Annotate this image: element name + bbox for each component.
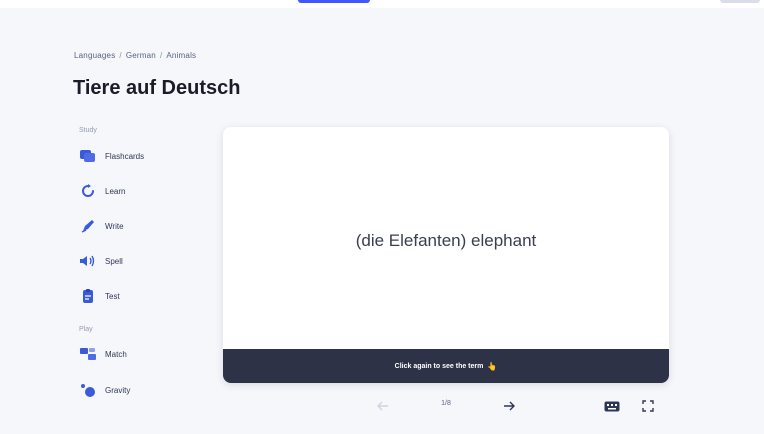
- mode-label-spell: Spell: [105, 256, 123, 266]
- flashcard[interactable]: (die Elefanten) elephant Click again to …: [223, 127, 669, 383]
- write-icon: [79, 217, 97, 235]
- fullscreen-icon: [642, 400, 654, 412]
- keyboard-icon: [604, 401, 620, 411]
- mode-label-learn: Learn: [105, 186, 126, 196]
- mode-match[interactable]: Match: [79, 344, 189, 364]
- play-section-label: Play: [79, 326, 93, 333]
- mode-write[interactable]: Write: [79, 216, 189, 236]
- active-nav-indicator[interactable]: [298, 0, 370, 3]
- breadcrumb: Languages / German / Animals: [74, 51, 196, 60]
- top-bar: [0, 0, 764, 8]
- breadcrumb-separator: /: [159, 51, 163, 60]
- match-icon: [79, 345, 97, 363]
- mode-spell[interactable]: Spell: [79, 251, 189, 271]
- mode-label-match: Match: [105, 349, 127, 359]
- flashcards-icon: [79, 147, 97, 165]
- mode-label-gravity: Gravity: [105, 385, 131, 395]
- breadcrumb-separator: /: [119, 51, 122, 60]
- mode-flashcards[interactable]: Flashcards: [79, 146, 189, 166]
- spell-icon: [79, 252, 97, 270]
- pointing-hand-icon: 👆: [487, 361, 498, 371]
- mode-gravity[interactable]: Gravity: [79, 380, 189, 400]
- next-card-button[interactable]: [498, 396, 520, 416]
- mode-label-test: Test: [105, 291, 120, 301]
- arrow-left-icon: [377, 401, 388, 411]
- test-icon: [79, 287, 97, 305]
- breadcrumb-languages[interactable]: Languages: [74, 51, 115, 60]
- study-section-label: Study: [79, 127, 97, 134]
- fullscreen-button[interactable]: [637, 396, 659, 416]
- controls-keyboard-wrap: [601, 396, 623, 416]
- mode-label-flashcards: Flashcards: [105, 151, 145, 161]
- controls-fullscreen-wrap: [637, 396, 659, 416]
- card-counter: 1/8: [441, 400, 451, 407]
- gravity-icon: [79, 381, 97, 399]
- controls-next-wrap: [498, 396, 520, 416]
- page-title: Tiere auf Deutsch: [73, 77, 241, 99]
- keyboard-shortcuts-button[interactable]: [601, 396, 623, 416]
- top-right-control[interactable]: [720, 0, 760, 3]
- breadcrumb-animals[interactable]: Animals: [166, 51, 196, 60]
- mode-test[interactable]: Test: [79, 286, 189, 306]
- card-hint-text: Click again to see the term: [394, 362, 484, 370]
- breadcrumb-german[interactable]: German: [126, 51, 156, 60]
- mode-learn[interactable]: Learn: [79, 181, 189, 201]
- previous-card-button[interactable]: [372, 396, 394, 416]
- card-term: (die Elefanten) elephant: [355, 231, 537, 250]
- arrow-right-icon: [504, 401, 515, 411]
- controls-prev-wrap: [372, 396, 394, 416]
- mode-label-write: Write: [105, 221, 124, 231]
- card-flip-hint[interactable]: Click again to see the term 👆: [223, 349, 669, 383]
- learn-icon: [79, 182, 97, 200]
